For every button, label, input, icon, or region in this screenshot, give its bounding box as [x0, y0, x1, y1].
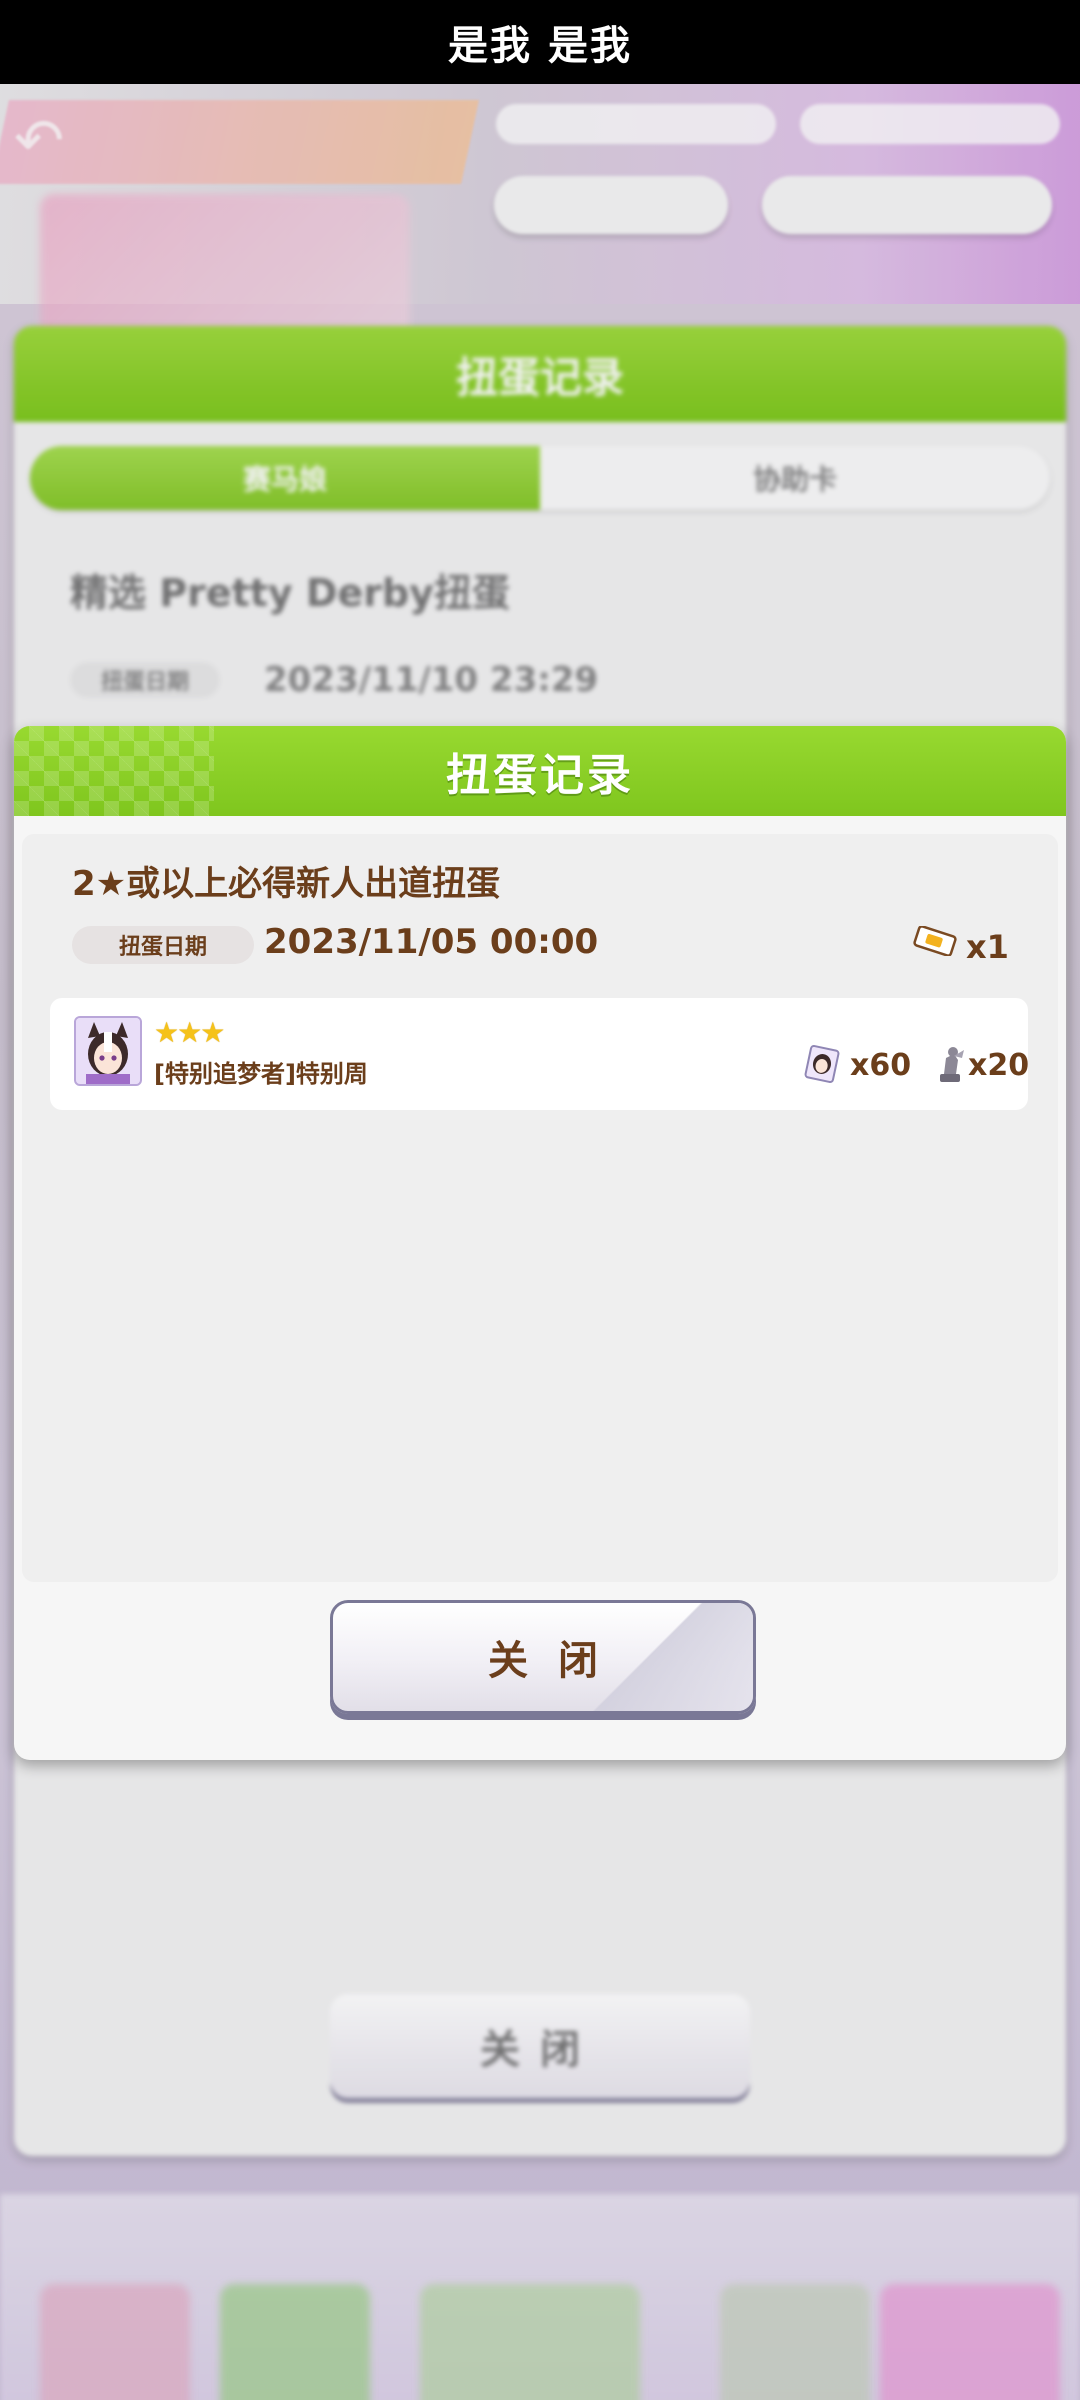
statue-count: x20 — [968, 1048, 1030, 1083]
status-bar: 是我 是我 — [0, 0, 1080, 84]
character-portrait-icon — [76, 1018, 140, 1084]
modal-title: 扭蛋记录 — [446, 750, 634, 801]
character-piece-icon — [804, 1044, 840, 1084]
close-button[interactable]: 关闭 — [330, 1600, 756, 1714]
date-label-badge: 扭蛋日期 — [72, 926, 254, 964]
record-date: 2023/11/05 00:00 — [264, 922, 599, 962]
ticket-count: x1 — [966, 928, 1009, 966]
rarity-stars: ★★★ — [154, 1016, 225, 1049]
result-row: ★★★ [特别追梦者]特别周 x60 x20 — [50, 998, 1030, 1110]
goddess-statue-icon — [940, 1047, 964, 1082]
gacha-history-modal: 扭蛋记录 2★或以上必得新人出道扭蛋 扭蛋日期 2023/11/05 00:00… — [14, 726, 1066, 1760]
modal-header: 扭蛋记录 — [14, 726, 1066, 816]
status-text: 是我 是我 — [448, 23, 632, 69]
piece-count: x60 — [850, 1048, 912, 1083]
record-title: 2★或以上必得新人出道扭蛋 — [72, 864, 501, 904]
character-avatar — [74, 1016, 142, 1086]
character-name: [特别追梦者]特别周 — [154, 1060, 368, 1088]
ticket-icon — [913, 926, 957, 956]
close-button-label: 关闭 — [488, 1638, 628, 1684]
screen: 是我 是我 ↶ 扭蛋记录 赛马娘 协助卡 精选 Pretty Derby扭蛋 扭… — [0, 0, 1080, 2400]
